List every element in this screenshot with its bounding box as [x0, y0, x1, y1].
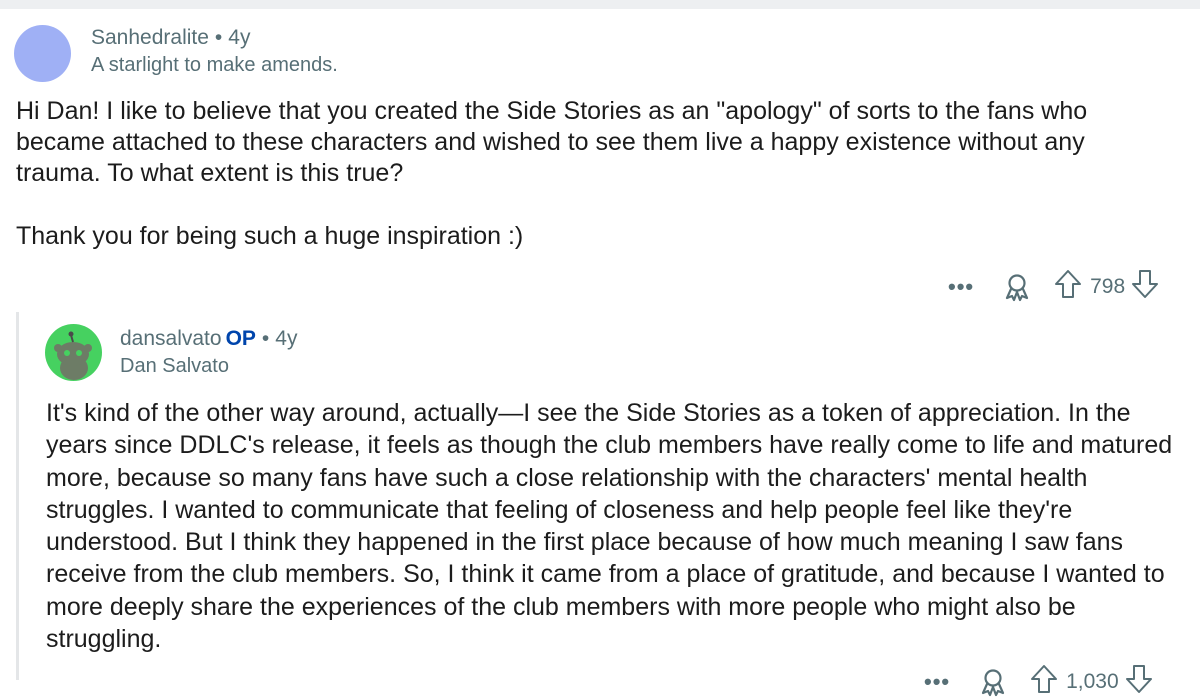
- avatar[interactable]: [14, 25, 71, 82]
- reply-action-bar: ••• 1,030: [924, 664, 1153, 700]
- op-badge: OP: [225, 327, 256, 350]
- downvote-arrow-icon[interactable]: [1131, 269, 1159, 305]
- more-options-button[interactable]: •••: [924, 671, 950, 693]
- reply-meta: dansalvato OP • 4y: [120, 327, 297, 351]
- vote-score: 798: [1090, 275, 1126, 298]
- snoo-avatar-icon[interactable]: [45, 324, 102, 381]
- comment-age: 4y: [275, 327, 298, 350]
- user-flair: Dan Salvato: [120, 355, 229, 377]
- reply-paragraph: It's kind of the other way around, actua…: [46, 399, 1173, 654]
- username[interactable]: Sanhedralite: [91, 26, 209, 49]
- thread-line[interactable]: [16, 312, 19, 680]
- vote-control: 1,030: [1030, 664, 1153, 700]
- separator-dot: •: [261, 327, 270, 350]
- more-options-button[interactable]: •••: [948, 276, 974, 298]
- comment-paragraph: Thank you for being such a huge inspirat…: [16, 222, 524, 250]
- award-icon[interactable]: [978, 667, 1008, 697]
- user-flair: A starlight to make amends.: [91, 54, 338, 76]
- separator-dot: •: [214, 26, 223, 49]
- comment-paragraph: Hi Dan! I like to believe that you creat…: [16, 97, 1088, 187]
- comment-body: Hi Dan! I like to believe that you creat…: [16, 96, 1176, 284]
- reply-body: It's kind of the other way around, actua…: [46, 397, 1194, 655]
- top-divider-band: [0, 0, 1200, 9]
- vote-score: 1,030: [1066, 670, 1119, 693]
- comment-age: 4y: [228, 26, 251, 49]
- vote-control: 798: [1054, 269, 1159, 305]
- comment-action-bar: ••• 798: [948, 269, 1159, 305]
- award-icon[interactable]: [1002, 272, 1032, 302]
- username[interactable]: dansalvato: [120, 327, 222, 350]
- downvote-arrow-icon[interactable]: [1125, 664, 1153, 700]
- upvote-arrow-icon[interactable]: [1030, 664, 1058, 700]
- upvote-arrow-icon[interactable]: [1054, 269, 1082, 305]
- comment-meta: Sanhedralite • 4y: [91, 26, 250, 50]
